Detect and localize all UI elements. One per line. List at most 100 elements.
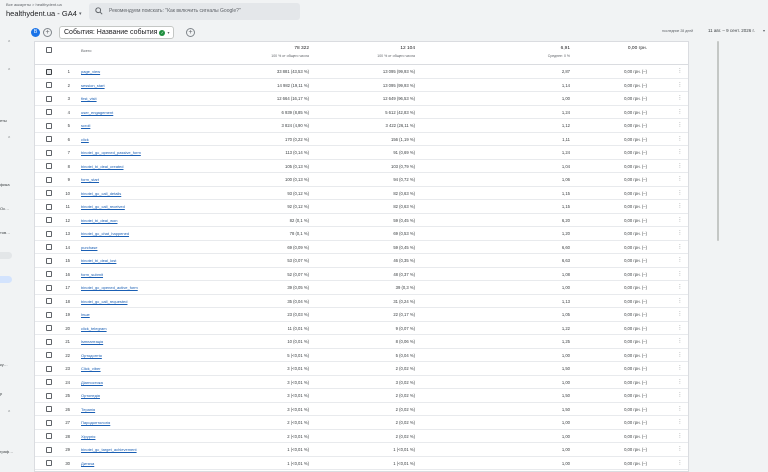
nav-item-selected[interactable] [0, 276, 12, 283]
row-checkbox[interactable] [46, 68, 52, 75]
chevron-up-icon[interactable]: ⌃ [7, 40, 11, 46]
event-name-link[interactable]: Пародонтологія [81, 416, 110, 430]
row-checkbox[interactable] [46, 325, 52, 332]
table-row[interactable]: 22 Ортодонтія 5 (<0,01 %) 5 (0,04 %) 1,00 0,0… [35, 349, 688, 363]
comparison-badge[interactable]: B [31, 28, 40, 37]
more-vert-icon[interactable]: ⋮ [677, 457, 683, 471]
row-checkbox[interactable] [46, 271, 52, 278]
row-checkbox[interactable] [46, 379, 52, 386]
event-name-link[interactable]: Терапія [81, 403, 95, 417]
event-name-link[interactable]: binotel_bi_deal_created [81, 160, 123, 174]
row-checkbox[interactable] [46, 392, 52, 399]
more-vert-icon[interactable]: ⋮ [677, 187, 683, 201]
table-row[interactable]: 8 binotel_bi_deal_created 105 (0,13 %) 103 … [35, 160, 688, 174]
row-checkbox[interactable] [46, 203, 52, 210]
more-vert-icon[interactable]: ⋮ [677, 268, 683, 282]
table-row[interactable]: 4 user_engagement 6 939 (8,85 %) 5 612 (42,… [35, 106, 688, 120]
row-checkbox[interactable] [46, 365, 52, 372]
table-row[interactable]: 20 click_telegram 11 (0,01 %) 9 (0,07 %) 1,2… [35, 322, 688, 336]
row-checkbox[interactable] [46, 217, 52, 224]
table-row[interactable]: 12 binotel_bi_deal_won 82 (0,1 %) 59 (0,45 … [35, 214, 688, 227]
row-checkbox[interactable] [46, 122, 52, 129]
more-vert-icon[interactable]: ⋮ [677, 173, 683, 187]
event-name-link[interactable]: click_telegram [81, 322, 107, 336]
account-breadcrumb[interactable]: Все аккаунты > healthydent.ua [6, 2, 62, 7]
nav-item-fragment[interactable]: еты [0, 118, 7, 123]
row-checkbox[interactable] [46, 460, 52, 467]
event-name-link[interactable]: Ортодонтія [81, 349, 102, 363]
event-name-link[interactable]: scroll [81, 119, 90, 133]
more-vert-icon[interactable]: ⋮ [677, 241, 683, 255]
more-vert-icon[interactable]: ⋮ [677, 106, 683, 120]
row-checkbox[interactable] [46, 163, 52, 170]
table-row[interactable]: 25 Ортопедія 3 (<0,01 %) 2 (0,02 %) 1,50 0,00… [35, 389, 688, 403]
table-row[interactable]: 1 page_view 33 881 (43,53 %) 13 095 (99,93 … [35, 65, 688, 79]
event-name-link[interactable]: binotel_gc_call_requested [81, 295, 127, 309]
event-name-link[interactable]: binotel_bi_deal_lost [81, 254, 116, 268]
row-checkbox[interactable] [46, 230, 52, 237]
table-row[interactable]: 2 session_start 14 982 (19,11 %) 13 095 (99… [35, 79, 688, 93]
row-checkbox[interactable] [46, 284, 52, 291]
more-vert-icon[interactable]: ⋮ [677, 281, 683, 295]
table-row[interactable]: 15 binotel_bi_deal_lost 53 (0,07 %) 46 (0,3… [35, 254, 688, 268]
table-row[interactable]: 14 purchase 69 (0,09 %) 59 (0,45 %) 6,60 0,00… [35, 241, 688, 255]
more-vert-icon[interactable]: ⋮ [677, 65, 683, 79]
event-name-link[interactable]: Дитяча [81, 457, 94, 471]
table-row[interactable]: 27 Пародонтологія 2 (<0,01 %) 2 (0,02 %) 1,0… [35, 416, 688, 430]
table-row[interactable]: 29 binotel_gc_target_achievement 1 (<0,01 … [35, 443, 688, 457]
event-name-link[interactable]: binotel_gc_call_details [81, 187, 121, 201]
event-name-link[interactable]: Click_viber [81, 362, 101, 376]
nav-item-fragment[interactable]: тов… [0, 230, 10, 235]
event-name-link[interactable]: user_engagement [81, 106, 113, 120]
row-checkbox[interactable] [46, 244, 52, 251]
row-checkbox[interactable] [46, 352, 52, 359]
nav-item-fragment[interactable]: фика [0, 182, 10, 187]
event-name-link[interactable]: Ортопедія [81, 389, 100, 403]
event-name-link[interactable]: form_start [81, 173, 99, 187]
table-row[interactable]: 24 Діагностика 3 (<0,01 %) 3 (0,02 %) 1,00 0,… [35, 376, 688, 389]
row-checkbox[interactable] [46, 419, 52, 426]
more-vert-icon[interactable]: ⋮ [677, 160, 683, 174]
row-checkbox[interactable] [46, 257, 52, 264]
more-vert-icon[interactable]: ⋮ [677, 119, 683, 133]
table-row[interactable]: 23 Click_viber 3 (<0,01 %) 2 (0,02 %) 1,50 0,… [35, 362, 688, 376]
table-row[interactable]: 21 Імплантація 10 (0,01 %) 8 (0,06 %) 1,25 0,… [35, 335, 688, 349]
event-name-link[interactable]: binotel_gc_chat_happened [81, 227, 129, 241]
nav-item-fragment[interactable]: Ос… [0, 206, 9, 211]
event-name-link[interactable]: first_visit [81, 92, 97, 106]
event-name-link[interactable]: click [81, 133, 89, 147]
table-row[interactable]: 17 binotel_gc_opened_active_form 39 (0,05 … [35, 281, 688, 295]
row-checkbox[interactable] [46, 298, 52, 305]
table-row[interactable]: 19 Інше 23 (0,03 %) 22 (0,17 %) 1,05 0,00 грн… [35, 308, 688, 322]
row-checkbox[interactable] [46, 406, 52, 413]
date-range-picker[interactable]: 11 авг. – 9 сент. 2026 г. [708, 28, 755, 33]
property-dropdown-icon[interactable]: ▾ [79, 11, 82, 17]
row-checkbox[interactable] [46, 176, 52, 183]
row-checkbox[interactable] [46, 109, 52, 116]
row-checkbox[interactable] [46, 338, 52, 345]
event-name-link[interactable]: binotel_gc_opened_passive_form [81, 146, 141, 160]
more-vert-icon[interactable]: ⋮ [677, 362, 683, 376]
row-checkbox[interactable] [46, 95, 52, 102]
row-checkbox[interactable] [46, 446, 52, 453]
property-name[interactable]: healthydent.ua - GA4 [6, 9, 77, 18]
search-bar[interactable]: Рекомендуем поискать: "Как включить сигн… [89, 3, 300, 20]
add-dimension-button[interactable]: + [186, 28, 195, 37]
more-vert-icon[interactable]: ⋮ [677, 133, 683, 147]
more-vert-icon[interactable]: ⋮ [677, 308, 683, 322]
event-name-link[interactable]: Імплантація [81, 335, 103, 349]
more-vert-icon[interactable]: ⋮ [677, 416, 683, 430]
row-checkbox[interactable] [46, 311, 52, 318]
table-row[interactable]: 11 binotel_gc_call_received 92 (0,12 %) 82 … [35, 200, 688, 214]
nav-item-fragment[interactable]: ку… [0, 362, 8, 367]
nav-item-fragment[interactable]: граф… [0, 449, 13, 454]
add-comparison-button[interactable]: + [43, 28, 52, 37]
more-vert-icon[interactable]: ⋮ [677, 254, 683, 268]
table-row[interactable]: 3 first_visit 12 664 (16,17 %) 12 649 (96,5… [35, 92, 688, 106]
more-vert-icon[interactable]: ⋮ [677, 295, 683, 309]
scrollbar-thumb[interactable] [717, 41, 719, 241]
row-checkbox[interactable] [46, 190, 52, 197]
more-vert-icon[interactable]: ⋮ [677, 349, 683, 363]
more-vert-icon[interactable]: ⋮ [677, 79, 683, 93]
scrollbar[interactable] [716, 41, 720, 472]
